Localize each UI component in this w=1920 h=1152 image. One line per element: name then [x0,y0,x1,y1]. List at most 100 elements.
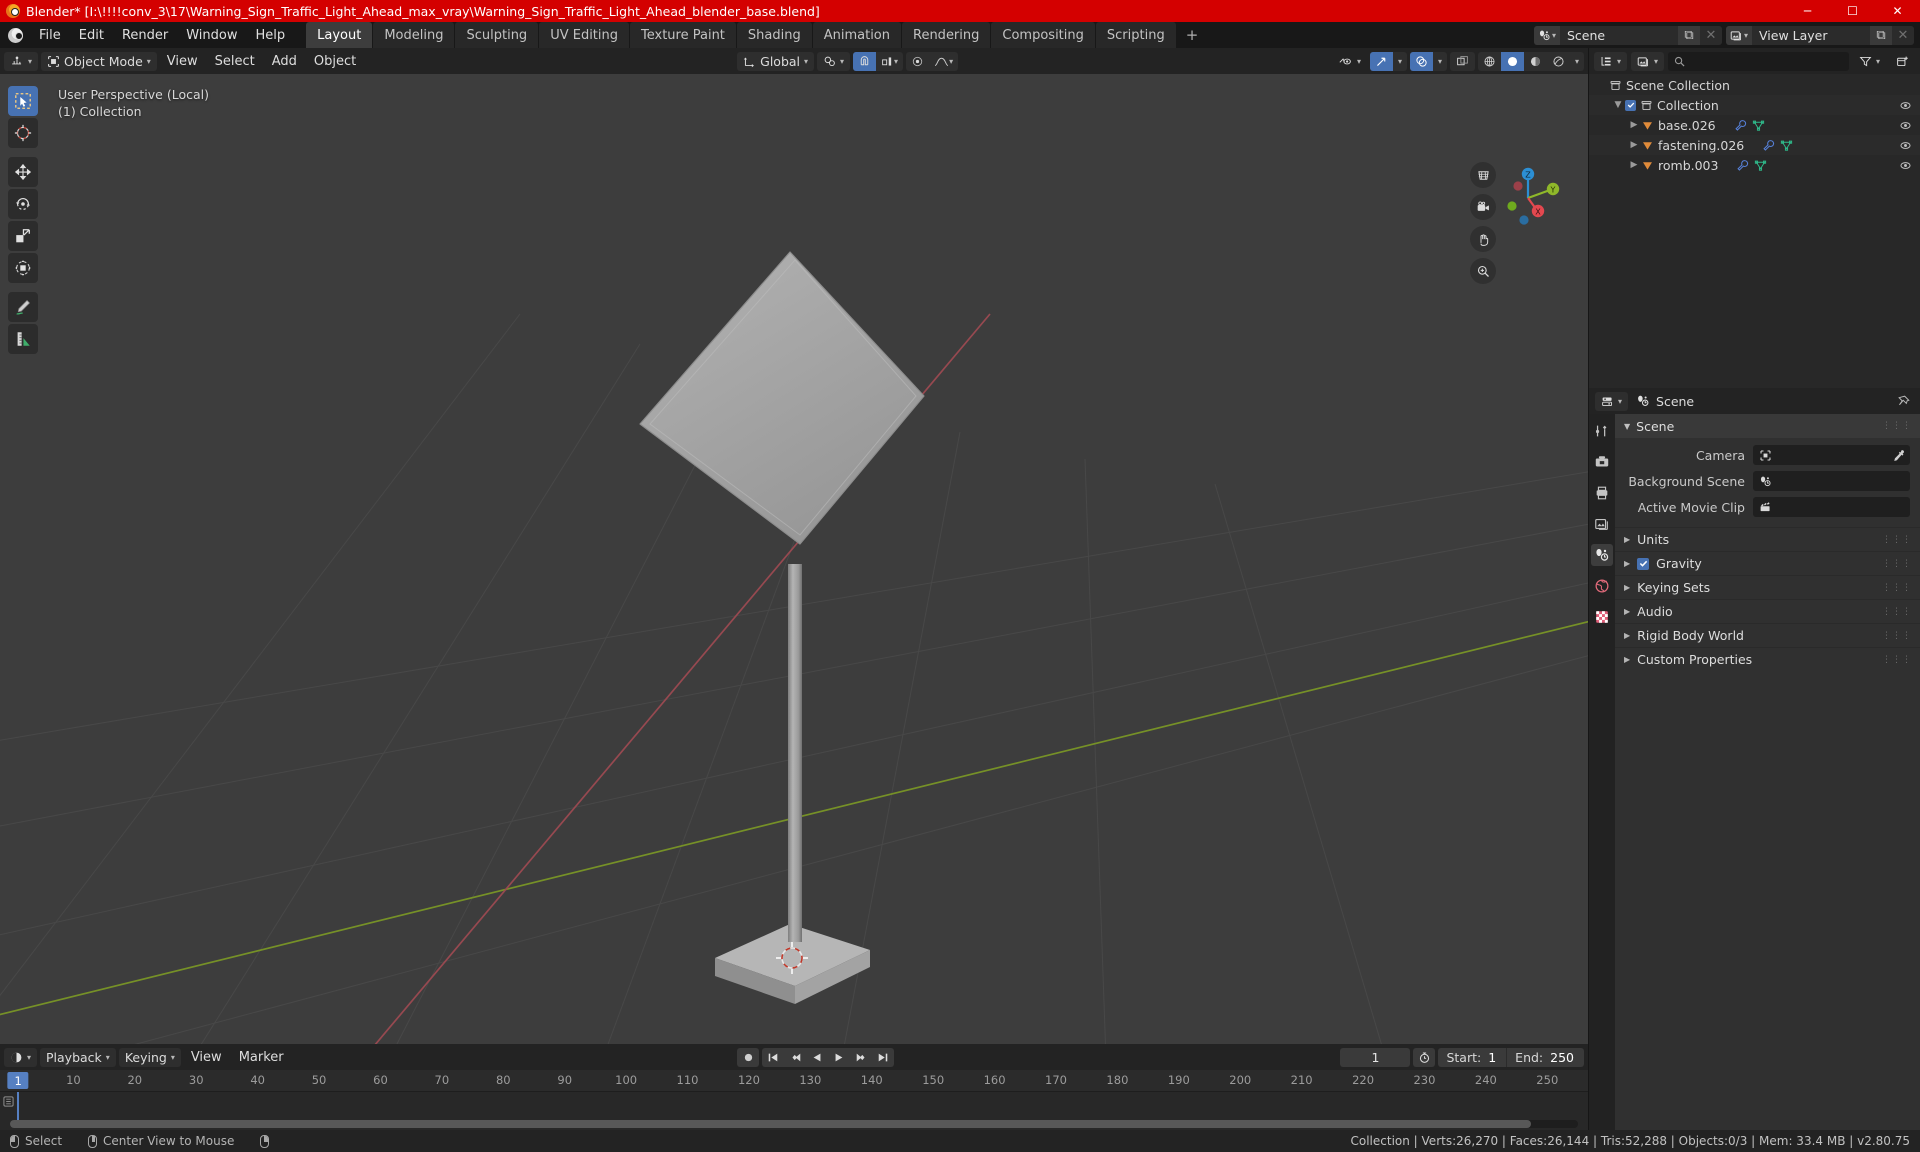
panel-units[interactable]: ▶ Units ⋮⋮⋮ [1615,527,1920,551]
move-tool[interactable] [8,157,38,187]
use-preview-range-button[interactable] [1413,1047,1436,1067]
outliner-row-collection[interactable]: ▼ Collection [1589,95,1920,115]
panel-rigid-body-world[interactable]: ▶ Rigid Body World ⋮⋮⋮ [1615,623,1920,647]
menu-edit[interactable]: Edit [70,22,113,48]
outliner-search-input[interactable] [1668,51,1849,71]
jump-to-start-button[interactable] [762,1048,784,1067]
snapping-group[interactable]: ▾ [853,51,904,71]
properties-editor-type-selector[interactable]: ▾ [1595,391,1629,411]
timeline-body[interactable]: 10 20 30 40 50 60 70 80 90 100 110 120 130 140 150 160 1… [0,1070,1588,1130]
close-button[interactable]: ✕ [1875,0,1920,22]
play-reverse-button[interactable] [806,1048,828,1067]
outliner-editor-type-selector[interactable]: ▾ [1594,51,1628,71]
timeline-keying-menu[interactable]: Keying ▾ [118,1047,181,1067]
timeline-playback-menu[interactable]: Playback ▾ [40,1047,116,1067]
panel-custom-properties[interactable]: ▶ Custom Properties ⋮⋮⋮ [1615,647,1920,671]
wireframe-shading-icon[interactable] [1478,52,1501,71]
tab-tool[interactable] [1591,420,1613,442]
hide-in-viewport-icon[interactable] [1899,139,1912,152]
panel-audio[interactable]: ▶ Audio ⋮⋮⋮ [1615,599,1920,623]
timeline-view-menu[interactable]: View [184,1048,229,1067]
disclosure-triangle-icon[interactable]: ▶ [1627,160,1641,170]
snap-magnet-toggle[interactable]: ▾ [817,51,851,71]
shading-mode-group[interactable]: ▾ [1478,51,1585,71]
outliner-row-fastening-026[interactable]: ▶ fastening.026 [1589,135,1920,155]
hide-in-viewport-icon[interactable] [1899,99,1912,112]
jump-to-prev-keyframe-button[interactable] [784,1048,806,1067]
mesh-data-icon[interactable] [1754,159,1767,172]
jump-to-end-button[interactable] [872,1048,894,1067]
eyedropper-icon[interactable] [1892,449,1905,462]
outliner-row-scene-collection[interactable]: Scene Collection [1589,75,1920,95]
collection-checkbox[interactable] [1625,99,1636,111]
overlay-options-caret[interactable]: ▾ [1433,52,1447,71]
blender-menu-icon[interactable] [0,22,30,48]
object-mode-selector[interactable]: Object Mode ▾ [41,51,157,71]
show-gizmo-icon[interactable] [1369,51,1393,71]
select-box-tool[interactable] [8,86,38,116]
visibility-selector[interactable]: ▾ [1332,52,1367,71]
menu-help[interactable]: Help [247,22,295,48]
gizmo-options-caret[interactable]: ▾ [1393,52,1407,71]
remove-view-layer-button[interactable]: ✕ [1892,25,1914,45]
tab-animation[interactable]: Animation [812,22,901,48]
disclosure-triangle-icon[interactable]: ▶ [1627,140,1641,150]
maximize-button[interactable]: ☐ [1830,0,1875,22]
tab-modeling[interactable]: Modeling [373,22,455,48]
tab-texture-paint[interactable]: Texture Paint [630,22,736,48]
transform-tool[interactable] [8,253,38,283]
rotate-tool[interactable] [8,189,38,219]
scene-selector[interactable]: ▾ Scene ⧉ ✕ [1534,25,1722,45]
gizmo-group[interactable]: ▾ [1369,51,1407,71]
camera-field[interactable] [1753,445,1910,465]
tab-world[interactable] [1591,575,1613,597]
overlays-group[interactable]: ▾ [1409,51,1447,71]
annotate-tool[interactable] [8,292,38,322]
shading-options-caret[interactable]: ▾ [1570,52,1584,71]
unlink-scene-button[interactable]: ✕ [1700,25,1722,45]
menu-window[interactable]: Window [177,22,246,48]
outliner-filter-button[interactable]: ▾ [1853,52,1886,71]
hide-in-viewport-icon[interactable] [1899,159,1912,172]
material-preview-shading-icon[interactable] [1524,52,1547,71]
tab-texture[interactable] [1591,606,1613,628]
viewport-menu-view[interactable]: View [160,52,205,71]
hide-in-viewport-icon[interactable] [1899,119,1912,132]
snap-toggle-icon[interactable] [853,51,877,71]
viewport-menu-object[interactable]: Object [307,52,363,71]
current-frame-field[interactable]: 1 [1340,1047,1411,1067]
proportional-editing-group[interactable]: ▾ [906,51,959,71]
rendered-shading-icon[interactable] [1547,52,1570,71]
outliner-row-romb-003[interactable]: ▶ romb.003 [1589,155,1920,175]
timeline-horizontal-scrollbar[interactable] [10,1120,1578,1128]
tab-sculpting[interactable]: Sculpting [455,22,539,48]
tab-layout[interactable]: Layout [306,22,373,48]
show-overlays-icon[interactable] [1409,51,1433,71]
frame-range-fields[interactable]: Start: 1 End: 250 [1438,1047,1584,1067]
tab-rendering[interactable]: Rendering [902,22,991,48]
tab-uv-editing[interactable]: UV Editing [539,22,630,48]
tab-render[interactable] [1591,451,1613,473]
modifier-icon[interactable] [1762,139,1775,152]
tab-scene[interactable] [1591,544,1613,566]
pin-id-button[interactable] [1897,395,1910,408]
outliner-row-base-026[interactable]: ▶ base.026 [1589,115,1920,135]
disclosure-triangle-icon[interactable]: ▶ [1627,120,1641,130]
new-view-layer-button[interactable]: ⧉ [1870,25,1892,45]
auto-keyframe-button[interactable] [737,1047,760,1067]
timeline-ruler[interactable]: 10 20 30 40 50 60 70 80 90 100 110 120 130 140 150 160 1… [0,1070,1588,1092]
panel-gravity[interactable]: ▶ Gravity ⋮⋮⋮ [1615,551,1920,575]
tab-compositing[interactable]: Compositing [991,22,1095,48]
viewport-3d[interactable]: User Perspective (Local) (1) Collection [0,74,1588,1044]
xray-toggle[interactable] [1450,51,1475,71]
scene-name-field[interactable]: Scene [1560,25,1678,45]
tab-scripting[interactable]: Scripting [1095,22,1176,48]
snap-target-icon[interactable]: ▾ [876,52,903,71]
timeline-playhead[interactable] [17,1092,20,1120]
view-layer-selector[interactable]: ▾ View Layer ⧉ ✕ [1726,25,1914,45]
active-movie-clip-field[interactable] [1753,497,1910,517]
scene-panel-header[interactable]: ▼ Scene ⋮⋮⋮ [1615,414,1920,438]
measure-tool[interactable] [8,324,38,354]
view-layer-name-field[interactable]: View Layer [1752,25,1870,45]
new-scene-button[interactable]: ⧉ [1678,25,1700,45]
